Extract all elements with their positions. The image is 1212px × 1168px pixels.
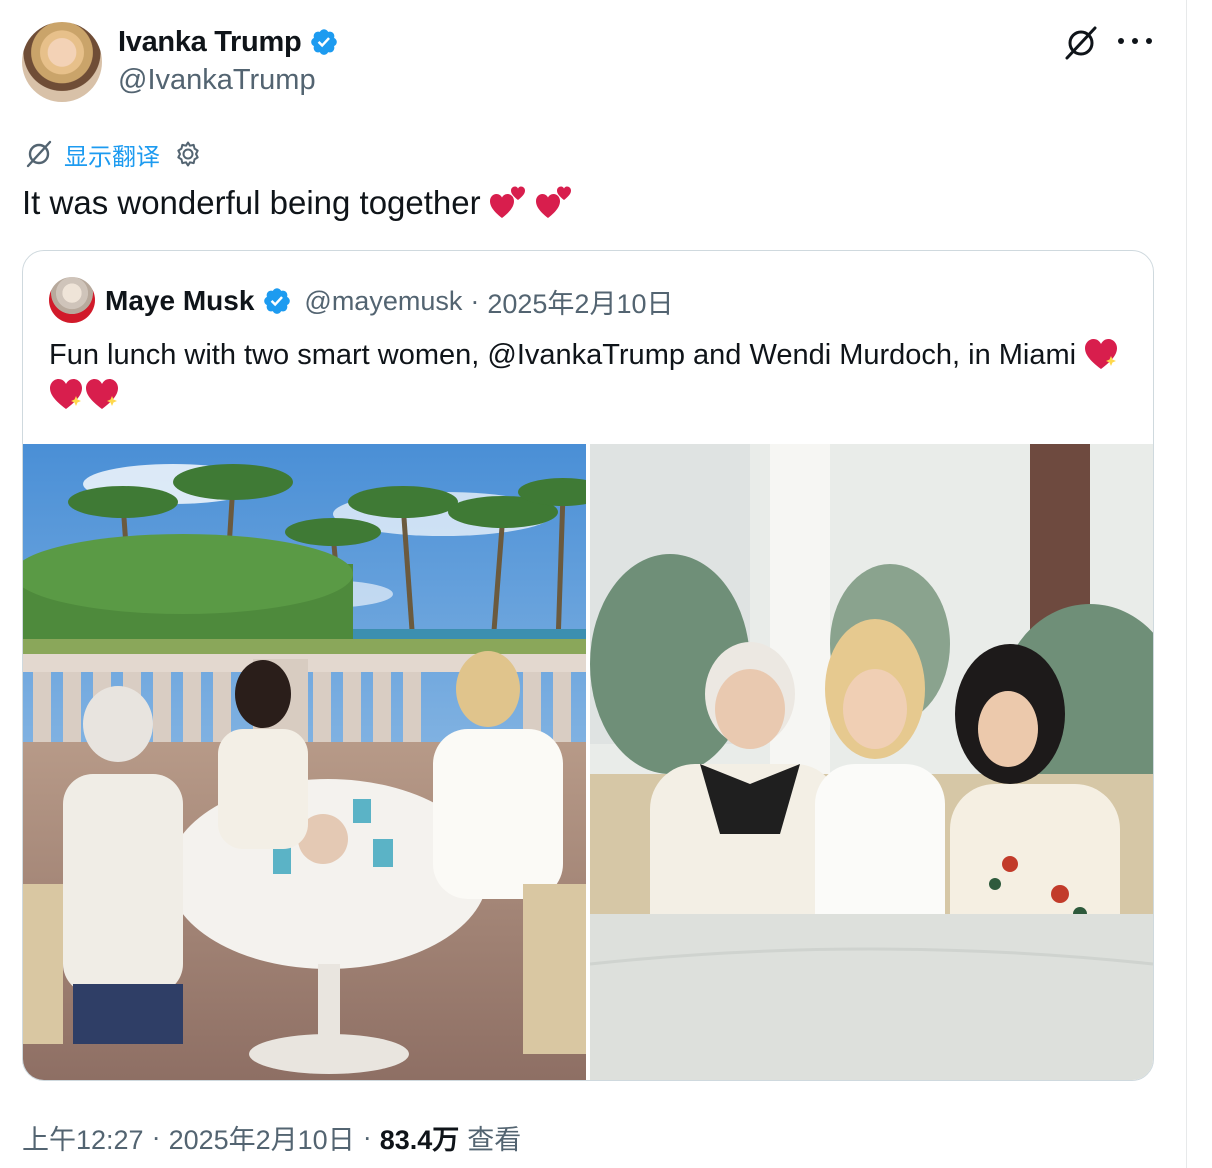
quoted-author-avatar[interactable] — [49, 277, 95, 323]
meta-separator: · — [470, 285, 480, 316]
post-time[interactable]: 上午12:27 — [22, 1118, 144, 1157]
author-avatar[interactable] — [22, 22, 102, 102]
show-translation-link[interactable]: 显示翻译 — [64, 137, 160, 172]
two-hearts-emoji-icon — [535, 186, 571, 218]
quoted-date[interactable]: 2025年2月10日 — [487, 282, 673, 321]
photo-three-women[interactable] — [590, 444, 1153, 1080]
column-divider — [1186, 0, 1187, 1168]
tweet-footer: 上午12:27 · 2025年2月10日 · 83.4万 查看 — [22, 1118, 521, 1157]
sparkling-heart-emoji-icon — [1085, 339, 1118, 369]
footer-separator: · — [151, 1122, 161, 1152]
more-icon[interactable] — [1118, 38, 1152, 48]
sparkling-heart-emoji-icon — [50, 379, 82, 409]
post-date[interactable]: 2025年2月10日 — [169, 1118, 355, 1157]
author-name-row[interactable]: Ivanka Trump — [118, 24, 339, 60]
translate-globe-icon — [26, 140, 52, 168]
quoted-text-body: Fun lunch with two smart women, @IvankaT… — [49, 339, 1077, 371]
quoted-tweet-text: Fun lunch with two smart women, @IvankaT… — [49, 335, 1129, 415]
two-hearts-emoji-icon — [489, 186, 525, 218]
verified-badge-icon — [264, 288, 291, 314]
footer-separator: · — [362, 1122, 372, 1152]
quoted-author-row: Maye Musk @mayemusk · 2025年2月10日 — [105, 281, 673, 321]
quoted-author-handle[interactable]: @mayemusk — [304, 286, 462, 317]
author-handle[interactable]: @IvankaTrump — [118, 64, 316, 97]
views-count: 83.4万 — [379, 1125, 460, 1155]
photo-terrace-lunch[interactable] — [23, 444, 586, 1080]
tweet-text: It was wonderful being together — [22, 184, 481, 221]
tweet-text-row: It was wonderful being together — [22, 182, 573, 224]
quoted-tweet-card[interactable]: Maye Musk @mayemusk · 2025年2月10日 Fun lun… — [22, 250, 1154, 1081]
translate-row[interactable]: 显示翻译 — [24, 137, 202, 172]
grok-icon[interactable] — [1062, 24, 1100, 62]
quoted-author-name[interactable]: Maye Musk — [105, 285, 254, 317]
views-label: 查看 — [467, 1125, 522, 1155]
sparkling-heart-emoji-icon — [86, 379, 118, 409]
settings-gear-icon[interactable] — [174, 140, 202, 168]
verified-badge-icon — [311, 29, 338, 55]
author-name[interactable]: Ivanka Trump — [118, 26, 302, 59]
